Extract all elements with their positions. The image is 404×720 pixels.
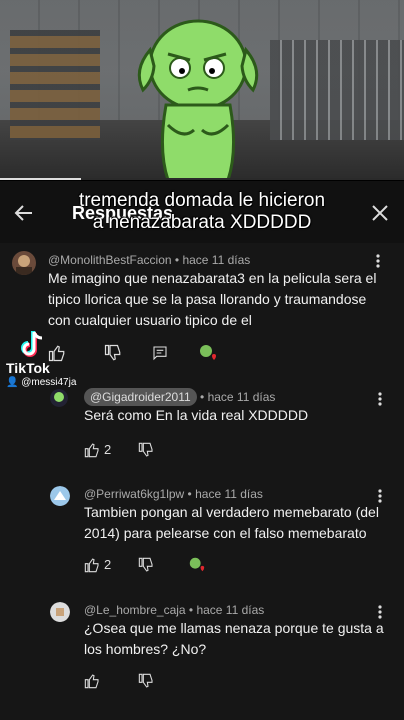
caption-line-2: a nenazabarata XDDDDD: [92, 212, 312, 233]
comment-time: hace 11 días: [182, 253, 251, 267]
thumb-up-icon[interactable]: [84, 440, 100, 460]
meta-separator: •: [184, 487, 196, 501]
green-character-illustration: [137, 19, 259, 180]
video-caption: tremenda domada le hicieron a nenazabara…: [60, 190, 344, 234]
comment-handle[interactable]: @Perriwat6kg1lpw: [84, 487, 184, 501]
meta-separator: •: [185, 603, 197, 617]
arrow-left-icon[interactable]: [12, 201, 36, 225]
like-count: 2: [104, 442, 112, 457]
comments-panel: @MonolithBestFaccion • hace 11 días Me i…: [0, 243, 404, 720]
like-count: 2: [104, 557, 112, 572]
creator-heart-icon: [200, 345, 216, 360]
comment-meta: @MonolithBestFaccion • hace 11 días: [48, 253, 250, 267]
more-vert-icon[interactable]: [370, 253, 386, 269]
comment-actions: 2: [84, 555, 244, 575]
video-progress-fill: [0, 178, 81, 180]
comment-actions: [48, 343, 248, 363]
thumb-down-icon[interactable]: [138, 671, 154, 691]
avatar[interactable]: [50, 389, 68, 407]
comment-actions: 2: [84, 440, 204, 460]
comment-text-line: tipico llorica que se la pasa llorando y…: [48, 291, 367, 307]
video-shelf-right: [270, 40, 404, 140]
thumb-up-icon[interactable]: [84, 555, 100, 575]
comment-text-line: Me imagino que nenazabarata3 en la pelic…: [48, 270, 377, 286]
close-icon[interactable]: [368, 201, 392, 225]
more-vert-icon[interactable]: [372, 391, 388, 407]
video-shelf-left: [10, 30, 100, 140]
comment-text-line: 2014) para pelearse con el falso memebar…: [84, 525, 367, 541]
caption-line-1: tremenda domada le hicieron: [78, 190, 326, 211]
tiktok-logo-icon: [21, 331, 43, 357]
thumb-down-icon[interactable]: [138, 555, 154, 575]
comment-meta: @Perriwat6kg1lpw • hace 11 días: [84, 487, 263, 501]
comment-actions: [84, 671, 204, 691]
comment-handle[interactable]: @MonolithBestFaccion: [48, 253, 172, 267]
video-player[interactable]: [0, 0, 404, 180]
reply-icon[interactable]: [152, 343, 168, 363]
avatar[interactable]: [12, 251, 36, 275]
comment-meta: @Gigadroider2011 • hace 11 días: [84, 388, 276, 406]
avatar[interactable]: [50, 486, 70, 506]
comment-time: hace 11 días: [207, 390, 276, 404]
comment-text-line: Será como En la vida real XDDDDD: [84, 407, 309, 423]
comment-text-line: los hombres? ¿No?: [84, 641, 207, 657]
comment-text-line: ¿Osea que me llamas nenaza porque te gus…: [84, 620, 384, 636]
thumb-up-icon[interactable]: [84, 671, 100, 691]
comment-text-line: Tambien pongan al verdadero memebarato (…: [84, 504, 379, 520]
thumb-up-icon[interactable]: [48, 343, 66, 363]
comment-handle[interactable]: @Le_hombre_caja: [84, 603, 186, 617]
comment-meta: @Le_hombre_caja • hace 11 días: [84, 603, 264, 617]
comment-time: hace 11 días: [195, 487, 263, 501]
creator-heart-icon: [189, 557, 205, 572]
meta-separator: •: [171, 253, 183, 267]
meta-separator: •: [196, 390, 208, 404]
avatar[interactable]: [50, 602, 70, 622]
comment-time: hace 11 días: [196, 603, 265, 617]
comment-handle[interactable]: @Gigadroider2011: [84, 388, 197, 406]
comment-text: ¿Osea que me llamas nenaza porque te gus…: [84, 618, 384, 660]
comment-text: Tambien pongan al verdadero memebarato (…: [84, 502, 384, 544]
tiktok-brand: TikTok: [6, 360, 50, 376]
comment-text: Será como En la vida real XDDDDD: [84, 405, 374, 426]
thumb-down-icon[interactable]: [138, 440, 154, 460]
thumb-down-icon[interactable]: [104, 343, 122, 363]
comment-text: Me imagino que nenazabarata3 en la pelic…: [48, 268, 388, 331]
video-progress-track[interactable]: [0, 178, 404, 180]
tiktok-user: 👤 @messi47ja: [6, 377, 77, 388]
comment-text-line: con cualquier usuario tipico de el: [48, 312, 252, 328]
tiktok-username: @messi47ja: [21, 377, 77, 388]
